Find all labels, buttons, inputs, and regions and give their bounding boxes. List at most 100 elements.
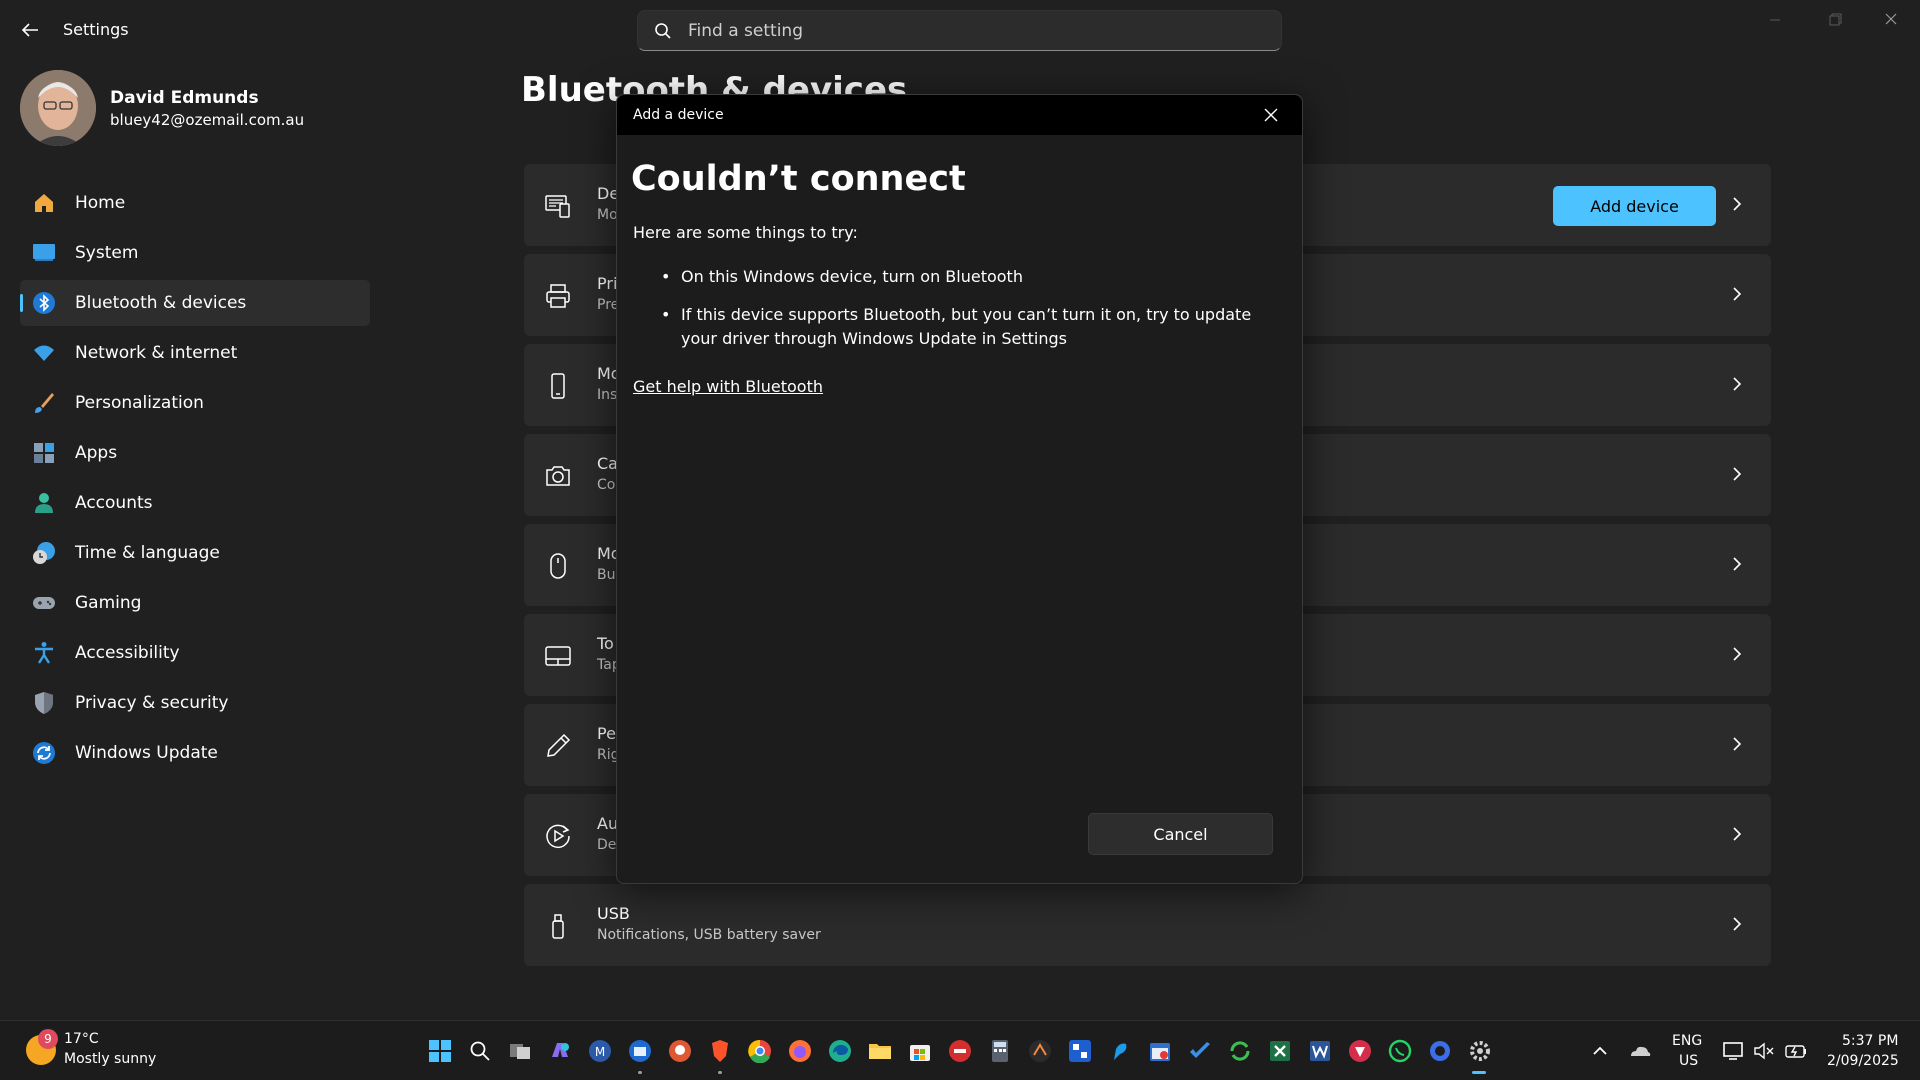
sidebar-item-personalization[interactable]: Personalization	[20, 380, 370, 426]
wifi-icon	[34, 345, 54, 361]
sidebar-item-label: Gaming	[75, 593, 142, 613]
chevron-right-icon	[1733, 917, 1742, 931]
language-indicator[interactable]: ENG	[1672, 1033, 1702, 1049]
app-blue-circle-icon[interactable]	[1428, 1039, 1452, 1063]
excel-icon[interactable]	[1268, 1039, 1292, 1063]
cancel-button[interactable]: Cancel	[1088, 813, 1273, 855]
thunderbird-icon[interactable]	[628, 1039, 652, 1063]
firefox-icon[interactable]	[788, 1039, 812, 1063]
card-title: Ca	[597, 454, 618, 473]
home-icon	[35, 194, 53, 212]
sidebar-item-apps[interactable]: Apps	[20, 430, 370, 476]
app-m-icon[interactable]: M	[588, 1039, 612, 1063]
chevron-up-icon[interactable]	[1588, 1039, 1612, 1063]
close-window-icon[interactable]	[1868, 8, 1914, 32]
add-device-button[interactable]: Add device	[1553, 186, 1716, 226]
battery-icon[interactable]	[1784, 1039, 1808, 1063]
calculator-icon[interactable]	[988, 1039, 1012, 1063]
sidebar-item-label: Time & language	[75, 543, 220, 563]
back-arrow-icon[interactable]	[18, 18, 42, 42]
chevron-right-icon	[1733, 197, 1742, 211]
person-icon	[35, 493, 53, 513]
sidebar-item-system[interactable]: System	[20, 230, 370, 276]
card-subtitle: Notifications, USB battery saver	[597, 927, 821, 943]
shield-icon	[35, 692, 53, 714]
restore-icon[interactable]	[1812, 8, 1858, 32]
duckduckgo-icon[interactable]	[668, 1039, 692, 1063]
sidebar-item-time-language[interactable]: Time & language	[20, 530, 370, 576]
get-help-link[interactable]: Get help with Bluetooth	[633, 377, 823, 396]
weather-condition[interactable]: Mostly sunny	[64, 1051, 156, 1067]
clock-date[interactable]: 2/09/2025	[1827, 1053, 1899, 1069]
search-icon[interactable]	[468, 1039, 492, 1063]
card-usb[interactable]: USB Notifications, USB battery saver	[524, 884, 1771, 966]
region-indicator[interactable]: US	[1679, 1053, 1698, 1069]
bluetooth-icon	[33, 292, 55, 314]
network-icon[interactable]	[1722, 1039, 1746, 1063]
app-orange-icon[interactable]	[1028, 1039, 1052, 1063]
running-indicator	[638, 1071, 642, 1074]
sidebar-item-network[interactable]: Network & internet	[20, 330, 370, 376]
copilot-icon[interactable]	[548, 1039, 572, 1063]
start-icon[interactable]	[428, 1039, 452, 1063]
word-icon[interactable]	[1308, 1039, 1332, 1063]
card-subtitle: Co	[597, 477, 616, 493]
card-subtitle: Mo	[597, 207, 618, 223]
calendar-icon[interactable]	[1148, 1039, 1172, 1063]
sidebar-item-bluetooth[interactable]: Bluetooth & devices	[20, 280, 370, 326]
card-title: To	[597, 634, 614, 653]
store-icon[interactable]	[908, 1039, 932, 1063]
clock-globe-icon	[33, 542, 55, 564]
app-red-icon[interactable]	[948, 1039, 972, 1063]
brave-icon[interactable]	[708, 1039, 732, 1063]
sidebar-item-accounts[interactable]: Accounts	[20, 480, 370, 526]
app-grid-icon[interactable]	[1068, 1039, 1092, 1063]
user-email: bluey42@ozemail.com.au	[110, 111, 305, 129]
whatsapp-icon[interactable]	[1388, 1039, 1412, 1063]
paint-icon[interactable]	[1108, 1039, 1132, 1063]
dialog-intro: Here are some things to try:	[633, 223, 858, 242]
brush-icon	[35, 393, 54, 413]
svg-text:M: M	[595, 1045, 605, 1059]
sidebar-item-label: Bluetooth & devices	[75, 293, 247, 313]
sidebar-item-home[interactable]: Home	[20, 180, 370, 226]
tips-list: On this Windows device, turn on Bluetoot…	[661, 265, 1261, 365]
phone-icon	[551, 373, 565, 399]
todo-icon[interactable]	[1188, 1039, 1212, 1063]
edge-icon[interactable]	[828, 1039, 852, 1063]
weather-temp[interactable]: 17°C	[64, 1031, 99, 1047]
chrome-icon[interactable]	[748, 1039, 772, 1063]
task-view-icon[interactable]	[508, 1039, 532, 1063]
volume-muted-icon[interactable]	[1752, 1039, 1776, 1063]
add-device-dialog: Add a device Couldn’t connect Here are s…	[616, 94, 1303, 884]
chevron-right-icon	[1733, 737, 1742, 751]
chevron-right-icon	[1733, 557, 1742, 571]
running-indicator	[718, 1071, 722, 1074]
active-indicator	[1472, 1071, 1486, 1074]
onedrive-icon[interactable]	[1628, 1039, 1652, 1063]
chevron-right-icon	[1733, 467, 1742, 481]
system-icon	[33, 244, 55, 261]
antivirus-icon[interactable]	[1348, 1039, 1372, 1063]
settings-gear-icon[interactable]	[1468, 1039, 1492, 1063]
dialog-heading: Couldn’t connect	[631, 159, 966, 199]
sidebar-item-gaming[interactable]: Gaming	[20, 580, 370, 626]
sidebar-item-accessibility[interactable]: Accessibility	[20, 630, 370, 676]
close-icon[interactable]	[1263, 107, 1279, 123]
card-title: Au	[597, 814, 619, 833]
sync-icon[interactable]	[1228, 1039, 1252, 1063]
avatar[interactable]	[20, 70, 96, 146]
clock-time[interactable]: 5:37 PM	[1842, 1033, 1898, 1049]
file-explorer-icon[interactable]	[868, 1039, 892, 1063]
search-input[interactable]	[688, 11, 1268, 50]
apps-icon	[34, 443, 54, 463]
app-title: Settings	[63, 20, 129, 39]
sidebar-item-label: Accounts	[75, 493, 153, 513]
search-icon	[655, 23, 671, 39]
accessibility-icon	[35, 642, 53, 664]
card-subtitle: Bu	[597, 567, 616, 583]
sidebar-item-privacy[interactable]: Privacy & security	[20, 680, 370, 726]
minimize-icon[interactable]	[1752, 8, 1798, 32]
search-box[interactable]	[637, 10, 1282, 51]
sidebar-item-windows-update[interactable]: Windows Update	[20, 730, 370, 776]
